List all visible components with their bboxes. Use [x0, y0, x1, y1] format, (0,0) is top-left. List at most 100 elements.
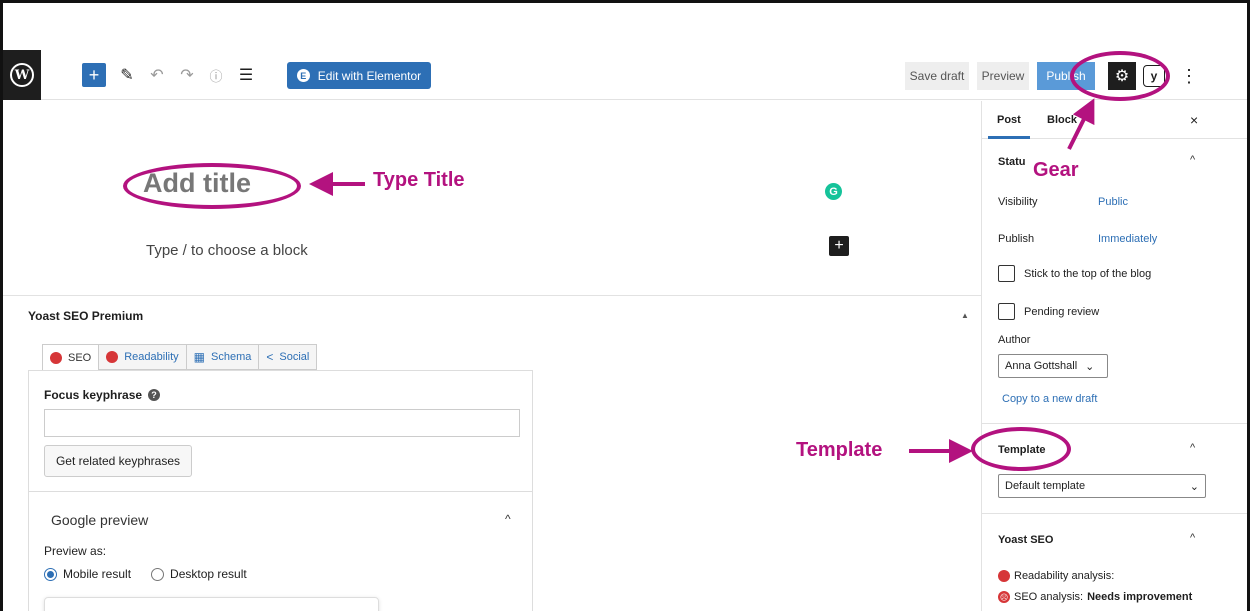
wordpress-icon: W [10, 63, 34, 87]
seo-analysis-row: ☹ SEO analysis: Needs improvement [998, 591, 1192, 603]
status-panel-title[interactable]: Statu [998, 156, 1026, 168]
focus-keyphrase-label: Focus keyphrase ? [44, 388, 161, 402]
share-icon: < [266, 350, 274, 364]
gear-highlight-ellipse [1070, 51, 1170, 101]
tab-seo[interactable]: SEO [42, 344, 100, 371]
wordpress-logo-button[interactable]: W [3, 50, 41, 100]
desktop-result-label[interactable]: Desktop result [170, 567, 247, 581]
readability-analysis-label: Readability analysis: [1014, 570, 1115, 582]
google-snippet-preview [44, 597, 379, 611]
focus-keyphrase-input[interactable] [44, 409, 520, 437]
seo-tab-panel: Focus keyphrase ? Get related keyphrases… [28, 370, 533, 611]
details-button[interactable]: ⓘ [206, 63, 226, 87]
red-status-dot-icon [50, 351, 62, 364]
chevron-up-icon[interactable]: ^ [505, 512, 511, 526]
preview-mode-radios: Mobile result Desktop result [44, 567, 247, 581]
mobile-result-radio[interactable] [44, 567, 57, 581]
red-status-dot-icon [998, 570, 1010, 582]
settings-sidebar: Post Block × Statu ^ Visibility Public P… [981, 101, 1247, 611]
sticky-label[interactable]: Stick to the top of the blog [1024, 268, 1151, 280]
pending-review-label[interactable]: Pending review [1024, 306, 1099, 318]
desktop-result-radio[interactable] [151, 567, 165, 581]
editor-toolbar: W + ✎ ↶ ↷ ⓘ ☰ E Edit with Elementor Save… [3, 50, 1247, 100]
seo-analysis-value: Needs improvement [1087, 591, 1193, 603]
chevron-up-icon[interactable]: ^ [1190, 442, 1195, 454]
tab-schema[interactable]: ▦ Schema [186, 344, 260, 370]
template-select[interactable]: Default template ⌄ [998, 474, 1206, 498]
red-status-dot-icon [106, 351, 119, 363]
template-highlight-ellipse [971, 427, 1071, 471]
preview-as-label: Preview as: [44, 544, 107, 558]
elementor-icon: E [296, 69, 310, 82]
yoast-tabs: SEO Readability ▦ Schema < Social [42, 344, 318, 371]
tab-readability-label: Readability [124, 351, 179, 363]
plus-icon: + [834, 237, 844, 254]
seo-analysis-label: SEO analysis: [1014, 591, 1084, 603]
chevron-down-icon: ⌄ [1189, 480, 1199, 493]
tab-social[interactable]: < Social [259, 344, 318, 370]
schema-grid-icon: ▦ [193, 350, 205, 364]
sad-face-icon: ☹ [998, 591, 1010, 603]
pen-icon: ✎ [120, 67, 134, 84]
sticky-row: Stick to the top of the blog [998, 265, 1151, 282]
sticky-checkbox[interactable] [998, 265, 1015, 282]
preview-button[interactable]: Preview [977, 62, 1029, 90]
grammarly-icon[interactable]: G [825, 183, 842, 200]
section-divider [982, 513, 1247, 514]
google-preview-heading[interactable]: Google preview [51, 512, 148, 528]
publish-date-link[interactable]: Immediately [1098, 233, 1157, 245]
visibility-label: Visibility [998, 196, 1038, 208]
screenshot-frame: W + ✎ ↶ ↷ ⓘ ☰ E Edit with Elementor Save… [0, 0, 1250, 611]
more-options-button[interactable]: ⋮ [1180, 62, 1198, 90]
tab-block[interactable]: Block [1047, 114, 1077, 126]
chevron-down-icon: ⌄ [1085, 360, 1095, 373]
redo-button[interactable]: ↷ [177, 63, 197, 87]
gear-annotation: Gear [1033, 159, 1079, 181]
copy-to-draft-link[interactable]: Copy to a new draft [1002, 393, 1097, 405]
close-icon[interactable]: × [1190, 112, 1198, 128]
author-label: Author [998, 334, 1031, 346]
edit-with-elementor-button[interactable]: E Edit with Elementor [287, 62, 431, 89]
section-divider [982, 423, 1247, 424]
list-view-button[interactable]: ☰ [235, 63, 257, 87]
chevron-up-icon[interactable]: ^ [1190, 532, 1195, 544]
visibility-value-link[interactable]: Public [1098, 196, 1128, 208]
collapse-triangle-icon[interactable]: ▲ [961, 311, 969, 320]
edit-with-elementor-label: Edit with Elementor [317, 68, 422, 83]
plus-icon: + [88, 64, 100, 85]
tab-schema-label: Schema [211, 351, 252, 363]
pending-review-checkbox[interactable] [998, 303, 1015, 320]
chevron-up-icon[interactable]: ^ [1190, 154, 1195, 166]
help-icon[interactable]: ? [148, 389, 161, 401]
publish-label: Publish [998, 233, 1035, 245]
readability-analysis-row: Readability analysis: [998, 570, 1114, 582]
get-related-keyphrases-button[interactable]: Get related keyphrases [44, 445, 192, 477]
info-icon: ⓘ [209, 68, 223, 84]
tab-post[interactable]: Post [997, 114, 1021, 126]
pending-row: Pending review [998, 303, 1099, 320]
list-view-icon: ☰ [238, 67, 254, 84]
active-tab-indicator [988, 136, 1030, 139]
section-divider [29, 491, 532, 492]
tab-social-label: Social [279, 351, 310, 363]
title-highlight-ellipse [123, 163, 301, 209]
undo-icon: ↶ [150, 67, 164, 84]
redo-icon: ↷ [180, 67, 194, 84]
template-annotation: Template [796, 439, 883, 461]
save-draft-button[interactable]: Save draft [905, 62, 969, 90]
default-block-appender[interactable]: Type / to choose a block [146, 242, 308, 259]
tools-button[interactable]: ✎ [118, 63, 136, 87]
more-vertical-icon: ⋮ [1180, 65, 1198, 86]
tab-seo-label: SEO [68, 351, 92, 364]
tab-readability[interactable]: Readability [99, 344, 187, 370]
add-block-toggle-button[interactable]: + [82, 63, 106, 87]
undo-button[interactable]: ↶ [147, 63, 167, 87]
mobile-result-label[interactable]: Mobile result [63, 567, 131, 581]
yoast-panel-title[interactable]: Yoast SEO [998, 534, 1053, 546]
inline-add-block-button[interactable]: + [829, 236, 849, 256]
focus-keyphrase-text: Focus keyphrase [44, 388, 143, 402]
author-value: Anna Gottshall [1005, 360, 1078, 372]
author-select[interactable]: Anna Gottshall ⌄ [998, 354, 1108, 378]
yoast-metabox-title[interactable]: Yoast SEO Premium [28, 309, 143, 323]
template-value: Default template [1005, 480, 1086, 492]
